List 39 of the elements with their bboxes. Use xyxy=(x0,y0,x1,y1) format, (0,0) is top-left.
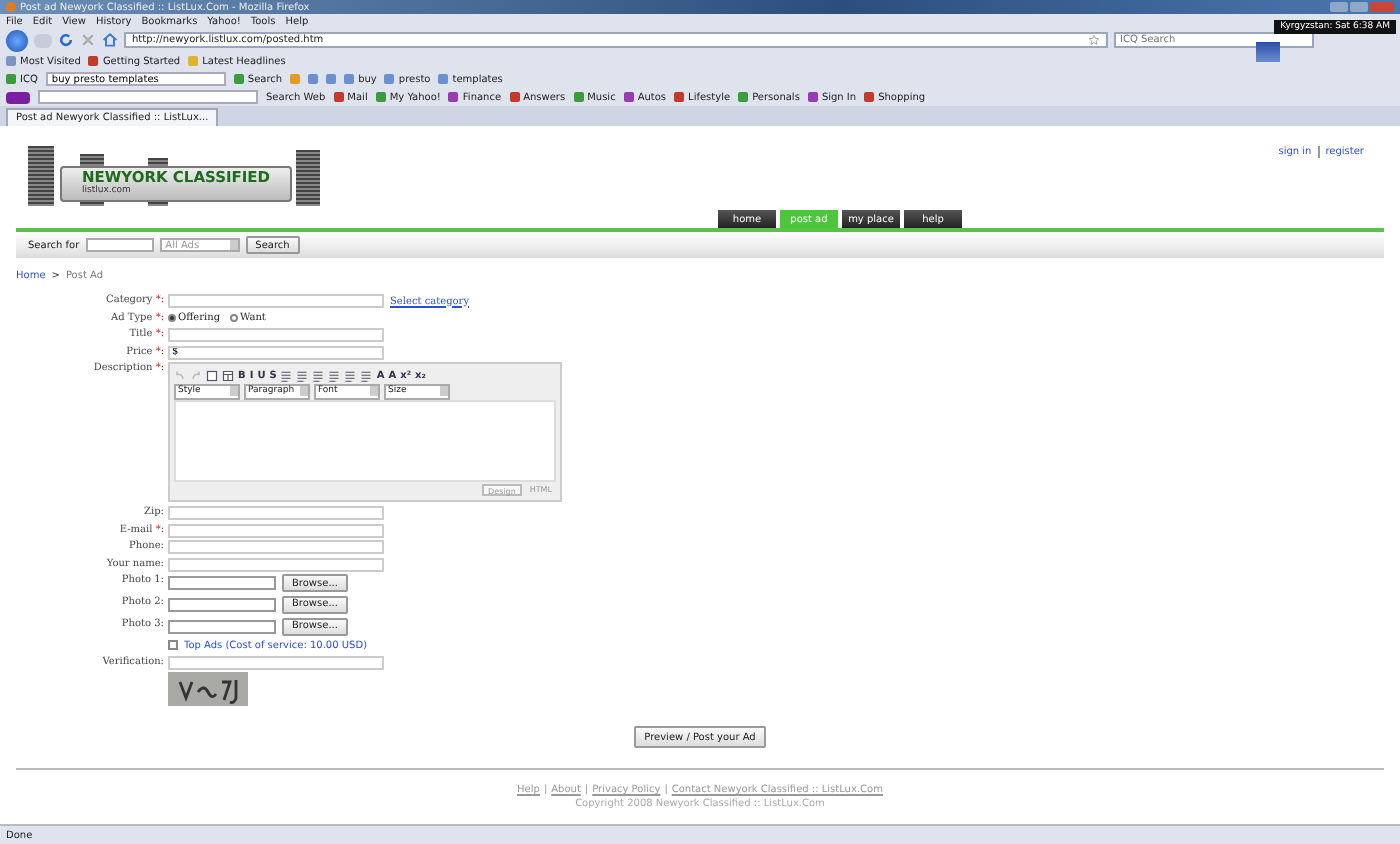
search-field[interactable] xyxy=(85,238,154,252)
desktop-thumbnail-icon xyxy=(1256,42,1280,62)
file-path-field[interactable] xyxy=(168,597,276,612)
text-field[interactable] xyxy=(168,540,384,555)
reload-icon[interactable] xyxy=(58,32,74,48)
align-icon[interactable] xyxy=(280,369,293,382)
captcha-image xyxy=(168,672,248,707)
table-icon[interactable] xyxy=(222,369,234,382)
text-field[interactable] xyxy=(168,557,384,572)
file-path-field[interactable] xyxy=(168,619,276,634)
align-icon[interactable] xyxy=(344,369,357,382)
radio-button[interactable] xyxy=(168,314,176,323)
file-path-field[interactable] xyxy=(168,576,276,591)
firefox-icon xyxy=(6,2,16,12)
toolbar-search-field[interactable] xyxy=(38,90,258,104)
editor-text-area[interactable] xyxy=(174,400,556,483)
align-icon[interactable] xyxy=(360,369,373,382)
undo-icon[interactable] xyxy=(174,369,186,382)
text-field[interactable] xyxy=(168,294,384,308)
text-field[interactable] xyxy=(168,328,384,343)
square-icon[interactable] xyxy=(290,74,301,84)
text-field[interactable] xyxy=(168,505,384,520)
home-icon[interactable] xyxy=(102,32,118,48)
star-icon[interactable] xyxy=(1088,34,1100,46)
text-field[interactable] xyxy=(168,655,384,670)
document-icon[interactable] xyxy=(206,369,218,382)
align-icon[interactable] xyxy=(296,369,309,382)
minimize-button[interactable] xyxy=(1330,2,1348,12)
maximize-button[interactable] xyxy=(1350,2,1368,12)
align-icon[interactable] xyxy=(328,369,341,382)
back-button[interactable] xyxy=(6,29,28,51)
align-icon[interactable] xyxy=(312,369,325,382)
yahoo-logo[interactable] xyxy=(6,91,30,103)
text-field[interactable] xyxy=(168,523,384,538)
square-icon[interactable] xyxy=(326,74,337,84)
checkbox[interactable] xyxy=(168,640,178,651)
square-icon[interactable] xyxy=(308,74,319,84)
radio-button[interactable] xyxy=(230,314,239,323)
stop-icon[interactable] xyxy=(80,32,96,48)
